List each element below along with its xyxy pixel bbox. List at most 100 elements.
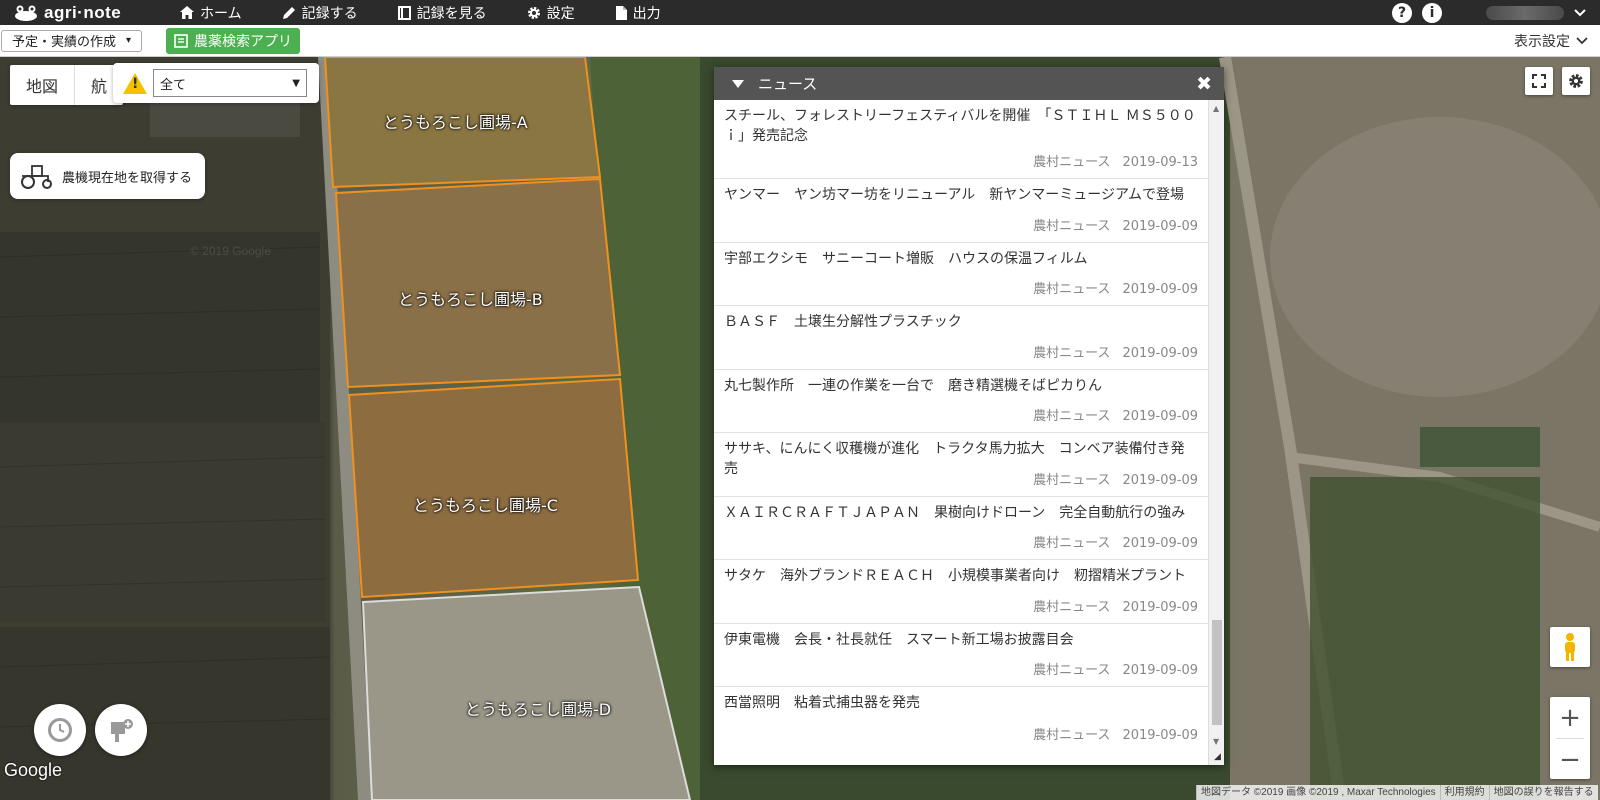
caret-down-icon: ▾ [126,35,132,46]
news-item-meta: 農村ニュース 2019-09-09 [1033,278,1198,297]
zoom-out-button[interactable]: − [1550,739,1590,780]
map-type-map[interactable]: 地図 [10,73,74,97]
news-item[interactable]: ササキ、にんにく収穫機が進化 トラクタ馬力拡大 コンベア装備付き発売 農村ニュー… [714,433,1208,497]
news-source: 農村ニュース [1033,282,1111,297]
resize-handle-icon[interactable]: ◢ [1214,752,1221,762]
news-item-meta: 農村ニュース 2019-09-09 [1033,532,1198,551]
chevron-down-icon [1576,36,1588,44]
street-view-pegman[interactable] [1550,627,1590,667]
news-item-title[interactable]: 丸七製作所 一連の作業を一台で 磨き精選機そばピカりん [724,376,1198,396]
news-source: 農村ニュース [1033,345,1111,361]
news-source: 農村ニュース [1033,599,1111,615]
plan-create-dropdown[interactable]: 予定・実績の作成 ▾ [1,29,143,52]
info-icon[interactable]: i [1422,2,1442,23]
nav-record-label: 記録する [301,5,358,22]
news-item[interactable]: 伊東電機 会長・社長就任 スマート新工場お披露目会 農村ニュース 2019-09-… [714,624,1208,687]
news-item[interactable]: スチール、フォレストリーフェスティバルを開催 「ＳＴＩＨＬ ＭＳ５００ｉ」発売記… [714,100,1208,179]
news-item-title[interactable]: 伊東電機 会長・社長就任 スマート新工場お披露目会 [724,630,1198,650]
news-scrollbar[interactable]: ▲ ▼ ◢ [1208,100,1224,765]
plan-create-label: 予定・実績の作成 [12,35,117,50]
news-item[interactable]: 丸七製作所 一連の作業を一台で 磨き精選機そばピカりん 農村ニュース 2019-0… [714,370,1208,433]
news-source: 農村ニュース [1033,409,1111,424]
caret-down-icon: ▼ [292,77,300,89]
news-item-title[interactable]: 宇部エクシモ サニーコート増販 ハウスの保温フィルム [724,249,1198,269]
add-marker-icon [111,719,133,742]
news-item-meta: 農村ニュース 2019-09-09 [1033,215,1198,234]
news-source: 農村ニュース [1033,663,1111,678]
news-item[interactable]: ＸＡＩＲＣＲＡＦＴＪＡＰＡＮ 果樹向けドローン 完全自動航行の強み 農村ニュース… [714,497,1208,560]
news-item-meta: 農村ニュース 2019-09-09 [1033,724,1198,743]
field-label-c[interactable]: とうもろこし圃場-C [413,492,558,516]
nav-view-records-label: 記録を見る [416,5,487,22]
close-icon[interactable]: ✖ [1196,73,1212,95]
book-icon [397,5,411,20]
nav-output-label: 出力 [632,5,661,22]
scroll-up-icon[interactable]: ▲ [1213,104,1219,113]
fullscreen-button[interactable] [1525,67,1553,95]
pesticide-search-app-button[interactable]: 農薬検索アプリ [166,27,301,54]
news-date: 2019-09-09 [1122,663,1198,678]
news-date: 2019-09-09 [1122,599,1198,615]
nav-record[interactable]: 記録する [262,0,378,25]
nav-home[interactable]: ホーム [160,0,262,25]
field-label-b[interactable]: とうもろこし圃場-B [398,286,543,310]
get-machine-location-button[interactable]: 農機現在地を取得する [10,153,205,199]
chevron-down-icon[interactable] [1574,8,1586,17]
zoom-control: + − [1550,697,1590,779]
pencil-icon [282,6,295,19]
news-item-title[interactable]: ヤンマー ヤン坊マー坊をリニューアル 新ヤンマーミュージアムで登場 [724,185,1198,205]
news-item[interactable]: ＢＡＳＦ 土壌生分解性プラスチック 農村ニュース 2019-09-09 [714,306,1208,370]
logo[interactable]: agri·note [0,3,160,23]
news-item-meta: 農村ニュース 2019-09-09 [1033,469,1198,488]
add-marker-button[interactable] [95,704,147,756]
news-date: 2019-09-09 [1122,409,1198,424]
news-item-title[interactable]: サタケ 海外ブランドＲＥＡＣＨ 小規模事業者向け 籾摺精米プラント [724,566,1198,586]
collapse-icon[interactable] [732,79,744,88]
gear-icon [527,6,540,19]
view-settings-toggle[interactable]: 表示設定 [1514,31,1588,51]
terms-link[interactable]: 利用規約 [1439,785,1489,800]
map-settings-button[interactable] [1562,67,1590,95]
field-filter-select[interactable]: 全て ▼ [153,69,307,97]
news-item[interactable]: ヤンマー ヤン坊マー坊をリニューアル 新ヤンマーミュージアムで登場 農村ニュース… [714,179,1208,243]
logo-text: agri·note [44,2,122,22]
user-menu[interactable] [1486,5,1564,20]
report-error-link[interactable]: 地図の誤りを報告する [1488,785,1598,800]
history-button[interactable] [34,704,86,756]
scrollbar-thumb[interactable] [1212,620,1222,725]
news-item[interactable]: サタケ 海外ブランドＲＥＡＣＨ 小規模事業者向け 籾摺精米プラント 農村ニュース… [714,560,1208,624]
map-watermark: © 2019 Google [190,244,271,258]
scroll-down-icon[interactable]: ▼ [1213,737,1219,746]
news-date: 2019-09-09 [1122,345,1198,361]
news-date: 2019-09-09 [1122,536,1198,551]
top-nav: agri·note ホーム 記録する 記録を見る 設定 出力 ? i [0,0,1600,25]
news-item-title[interactable]: ＢＡＳＦ 土壌生分解性プラスチック [724,312,1198,332]
news-date: 2019-09-09 [1122,727,1198,743]
nav-output[interactable]: 出力 [595,0,681,25]
news-item-meta: 農村ニュース 2019-09-09 [1033,342,1198,361]
news-panel: ニュース ✖ スチール、フォレストリーフェスティバルを開催 「ＳＴＩＨＬ ＭＳ５… [714,67,1224,765]
news-item-title[interactable]: スチール、フォレストリーフェスティバルを開催 「ＳＴＩＨＬ ＭＳ５００ｉ」発売記… [724,106,1198,146]
field-filter-value: 全て [160,77,187,93]
pesticide-search-app-label: 農薬検索アプリ [194,33,293,50]
nav-settings[interactable]: 設定 [507,0,595,25]
news-item-title[interactable]: 西當照明 粘着式捕虫器を発売 [724,693,1198,713]
news-date: 2019-09-09 [1122,218,1198,234]
news-item-title[interactable]: ＸＡＩＲＣＲＡＦＴＪＡＰＡＮ 果樹向けドローン 完全自動航行の強み [724,503,1198,523]
help-icon[interactable]: ? [1392,2,1412,23]
field-label-a[interactable]: とうもろこし圃場-A [383,109,528,133]
news-source: 農村ニュース [1033,155,1111,170]
news-item[interactable]: 西當照明 粘着式捕虫器を発売 農村ニュース 2019-09-09 [714,687,1208,751]
map-attribution: 地図データ ©2019 画像 ©2019 , Maxar Technologie… [1196,785,1598,800]
news-source: 農村ニュース [1033,727,1111,743]
field-filter: 全て ▼ [113,63,319,103]
news-item-meta: 農村ニュース 2019-09-09 [1033,596,1198,615]
tractor-icon [21,165,52,189]
news-list: スチール、フォレストリーフェスティバルを開催 「ＳＴＩＨＬ ＭＳ５００ｉ」発売記… [714,100,1208,762]
news-date: 2019-09-09 [1122,282,1198,297]
nav-view-records[interactable]: 記録を見る [378,0,507,25]
fullscreen-icon [1532,74,1546,88]
news-item[interactable]: 宇部エクシモ サニーコート増販 ハウスの保温フィルム 農村ニュース 2019-09… [714,243,1208,306]
zoom-in-button[interactable]: + [1550,697,1590,738]
field-label-d[interactable]: とうもろこし圃場-D [465,696,611,720]
